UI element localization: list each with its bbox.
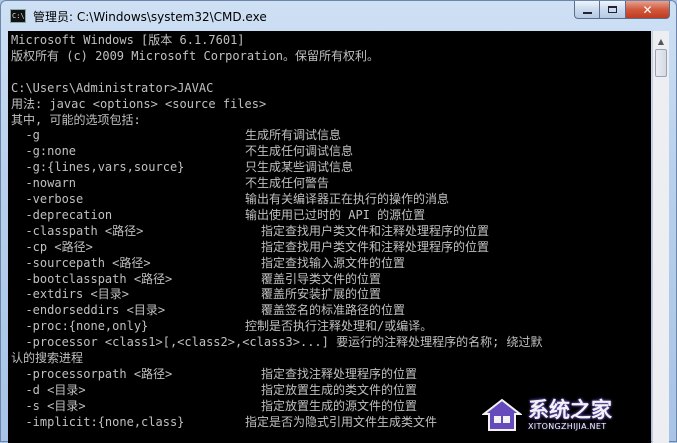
option-flag: -extdirs <目录> (11, 287, 129, 302)
option-flag: -proc:{none,only} (11, 319, 149, 334)
option-flag: -g (11, 128, 40, 143)
option-description: 生成所有调试信息 (245, 128, 342, 143)
option-flag: -s <目录> (11, 398, 86, 413)
option-flag: -deprecation (11, 207, 113, 222)
console-line: -deprecation 输出使用已过时的 API 的源位置 (11, 208, 648, 224)
option-flag: -endorseddirs <目录> (11, 303, 166, 318)
option-description: 覆盖引导类文件的位置 (261, 271, 382, 286)
option-flag: -bootclasspath <路径> (11, 271, 173, 286)
option-description: 指定查找用户类文件和注释处理程序的位置 (261, 239, 490, 254)
minimize-icon (582, 11, 592, 14)
console-line: -classpath <路径> 指定查找用户类文件和注释处理程序的位置 (11, 224, 648, 240)
console-line: 认的搜索进程 (11, 351, 84, 365)
option-description: 覆盖签名的标准路径的位置 (261, 303, 406, 318)
console-line: Microsoft Windows [版本 6.1.7601] (11, 33, 245, 47)
vertical-scrollbar[interactable]: ▲ (652, 31, 669, 443)
console-line: -nowarn 不生成任何警告 (11, 176, 648, 192)
console-line: -cp <路径> 指定查找用户类文件和注释处理程序的位置 (11, 240, 648, 256)
minimize-button[interactable] (574, 1, 600, 19)
console-line: -processorpath <路径> 指定查找注释处理程序的位置 (11, 367, 648, 383)
title-bar[interactable]: C:\ 管理员: C:\Windows\system32\CMD.exe ✕ (1, 1, 676, 31)
option-description: 不生成任何警告 (245, 176, 330, 191)
console-line: -verbose 输出有关编译器正在执行的操作的消息 (11, 192, 648, 208)
console-line: -bootclasspath <路径> 覆盖引导类文件的位置 (11, 272, 648, 288)
option-description: 覆盖所安装扩展的位置 (261, 287, 382, 302)
console-line: -g:none 不生成任何调试信息 (11, 144, 648, 160)
option-description: 输出有关编译器正在执行的操作的消息 (245, 192, 450, 206)
option-description: 输出使用已过时的 API 的源位置 (245, 207, 426, 222)
option-flag: -cp <路径> (11, 239, 93, 254)
site-watermark: 系统之家 XITONGZHIJIA.NET (482, 395, 672, 435)
console-line: 用法: javac <options> <source files> (11, 96, 267, 111)
option-flag: -nowarn (11, 176, 77, 191)
option-description: 指定查找用户类文件和注释处理程序的位置 (261, 223, 490, 238)
option-description: 指定是否为隐式引用文件生成类文件 (245, 414, 438, 429)
option-description: 控制是否执行注释处理和/或编译。 (245, 319, 433, 334)
option-description: 指定放置生成的源文件的位置 (261, 398, 418, 413)
close-button[interactable]: ✕ (626, 1, 670, 19)
scroll-up-arrow-icon[interactable]: ▲ (654, 33, 668, 49)
maximize-button[interactable] (600, 1, 626, 19)
watermark-logo-text: 系统之家 (528, 397, 612, 422)
window-title: 管理员: C:\Windows\system32\CMD.exe (33, 10, 267, 24)
maximize-icon (608, 6, 617, 13)
cmd-app-icon[interactable]: C:\ (10, 9, 26, 23)
option-description: 指定查找输入源文件的位置 (261, 255, 406, 270)
option-flag: -verbose (11, 192, 84, 206)
console-line: -extdirs <目录> 覆盖所安装扩展的位置 (11, 287, 648, 303)
console-line: 版权所有 (c) 2009 Microsoft Corporation。保留所有… (11, 48, 379, 63)
option-flag: -d <目录> (11, 382, 86, 397)
console-line: -sourcepath <路径> 指定查找输入源文件的位置 (11, 256, 648, 272)
caption-buttons: ✕ (574, 1, 670, 21)
console-line: -endorseddirs <目录> 覆盖签名的标准路径的位置 (11, 303, 648, 319)
option-flag: -classpath <路径> (11, 223, 144, 238)
console-line: -g:{lines,vars,source} 只生成某些调试信息 (11, 160, 648, 176)
cmd-window: C:\ 管理员: C:\Windows\system32\CMD.exe ✕ M… (0, 0, 677, 443)
option-flag: -processorpath <路径> (11, 366, 173, 381)
console-line: -processor <class1>[,<class2>,<class3>..… (11, 335, 543, 350)
option-flag: -sourcepath <路径> (11, 255, 151, 270)
console-line: C:\Users\Administrator>JAVAC (11, 80, 214, 95)
option-description: 指定放置生成的类文件的位置 (261, 382, 418, 397)
close-icon: ✕ (642, 2, 653, 17)
house-logo-icon (482, 398, 522, 431)
option-description: 不生成任何调试信息 (245, 144, 354, 159)
scrollbar-thumb[interactable] (655, 49, 667, 77)
console-line: -proc:{none,only} 控制是否执行注释处理和/或编译。 (11, 319, 648, 335)
option-flag: -g:none (11, 144, 77, 159)
console-output[interactable]: Microsoft Windows [版本 6.1.7601] 版权所有 (c) … (8, 31, 651, 443)
option-flag: -g:{lines,vars,source} (11, 160, 185, 175)
option-flag: -implicit:{none,class} (11, 414, 185, 429)
console-line: -g 生成所有调试信息 (11, 128, 648, 144)
console-line: 其中, 可能的选项包括: (11, 112, 141, 127)
watermark-url-text: XITONGZHIJIA.NET (528, 421, 607, 431)
option-description: 指定查找注释处理程序的位置 (261, 366, 418, 381)
option-description: 只生成某些调试信息 (245, 160, 354, 175)
